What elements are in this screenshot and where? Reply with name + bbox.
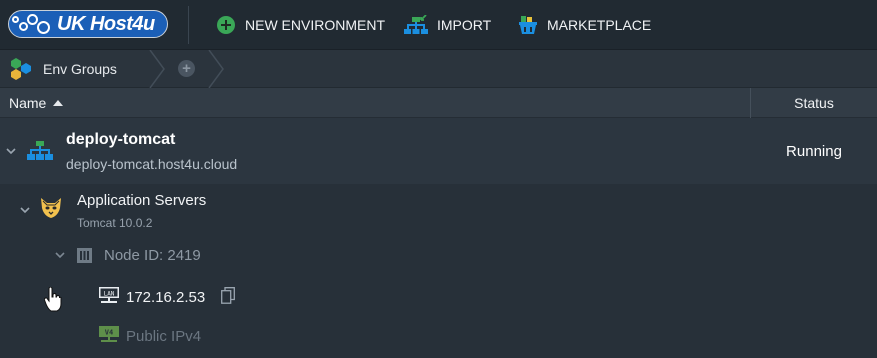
chevron-down-icon[interactable] bbox=[6, 146, 16, 156]
table-header: Name Status bbox=[0, 88, 877, 118]
import-button[interactable]: IMPORT bbox=[404, 0, 491, 50]
breadcrumb-env-groups-label: Env Groups bbox=[43, 61, 117, 77]
node-id-label: Node ID: 2419 bbox=[104, 247, 201, 264]
brand-logo[interactable]: UK Host4u bbox=[8, 10, 168, 38]
import-icon bbox=[404, 14, 428, 35]
column-status-label: Status bbox=[794, 95, 834, 111]
column-header-name[interactable]: Name bbox=[9, 88, 64, 118]
column-header-status[interactable]: Status bbox=[751, 88, 877, 118]
marketplace-button[interactable]: MARKETPLACE bbox=[518, 0, 651, 50]
private-ip-address[interactable]: 172.16.2.53 bbox=[126, 289, 205, 306]
node-tree: Application Servers Tomcat 10.0.2 Node I… bbox=[0, 184, 877, 358]
public-ipv4-icon[interactable]: V4 bbox=[99, 326, 119, 344]
sort-ascending-icon bbox=[53, 100, 64, 106]
breadcrumb: Env Groups + bbox=[0, 50, 877, 88]
import-label: IMPORT bbox=[437, 17, 492, 33]
breadcrumb-env-groups[interactable]: Env Groups bbox=[0, 50, 117, 88]
toolbar-divider bbox=[188, 6, 189, 44]
environment-row[interactable]: deploy-tomcat deploy-tomcat.host4u.cloud… bbox=[0, 118, 877, 184]
environment-domain-link[interactable]: deploy-tomcat.host4u.cloud bbox=[66, 156, 237, 172]
svg-text:LAN: LAN bbox=[104, 290, 115, 297]
lan-ip-icon: LAN bbox=[99, 287, 119, 305]
svg-text:V4: V4 bbox=[105, 329, 113, 337]
environment-name[interactable]: deploy-tomcat bbox=[66, 131, 175, 149]
environment-topology-icon bbox=[27, 141, 53, 161]
node-icon bbox=[77, 248, 92, 263]
pointer-cursor-icon bbox=[43, 286, 62, 313]
new-environment-label: NEW ENVIRONMENT bbox=[245, 17, 385, 33]
add-group-icon[interactable]: + bbox=[178, 60, 195, 77]
node-group-version: Tomcat 10.0.2 bbox=[77, 216, 153, 230]
public-ipv4-label[interactable]: Public IPv4 bbox=[126, 328, 201, 345]
status-badge: Running bbox=[786, 142, 842, 160]
breadcrumb-separator-icon bbox=[149, 50, 165, 88]
marketplace-label: MARKETPLACE bbox=[547, 17, 652, 33]
chevron-down-icon[interactable] bbox=[55, 250, 65, 260]
top-toolbar: UK Host4u NEW ENVIRONMENT IMPORT MARKETP… bbox=[0, 0, 877, 50]
basket-icon bbox=[518, 15, 538, 35]
tomcat-icon bbox=[39, 196, 63, 220]
env-groups-icon bbox=[11, 57, 33, 81]
copy-icon[interactable] bbox=[221, 287, 235, 304]
logo-text: UK Host4u bbox=[57, 12, 155, 35]
logo-dots-icon bbox=[9, 11, 55, 37]
chevron-down-icon[interactable] bbox=[20, 205, 30, 215]
node-group-title[interactable]: Application Servers bbox=[77, 192, 206, 209]
breadcrumb-separator-icon bbox=[208, 50, 224, 88]
new-environment-button[interactable]: NEW ENVIRONMENT bbox=[216, 0, 385, 50]
plus-circle-icon bbox=[216, 15, 236, 35]
column-name-label: Name bbox=[9, 95, 47, 111]
